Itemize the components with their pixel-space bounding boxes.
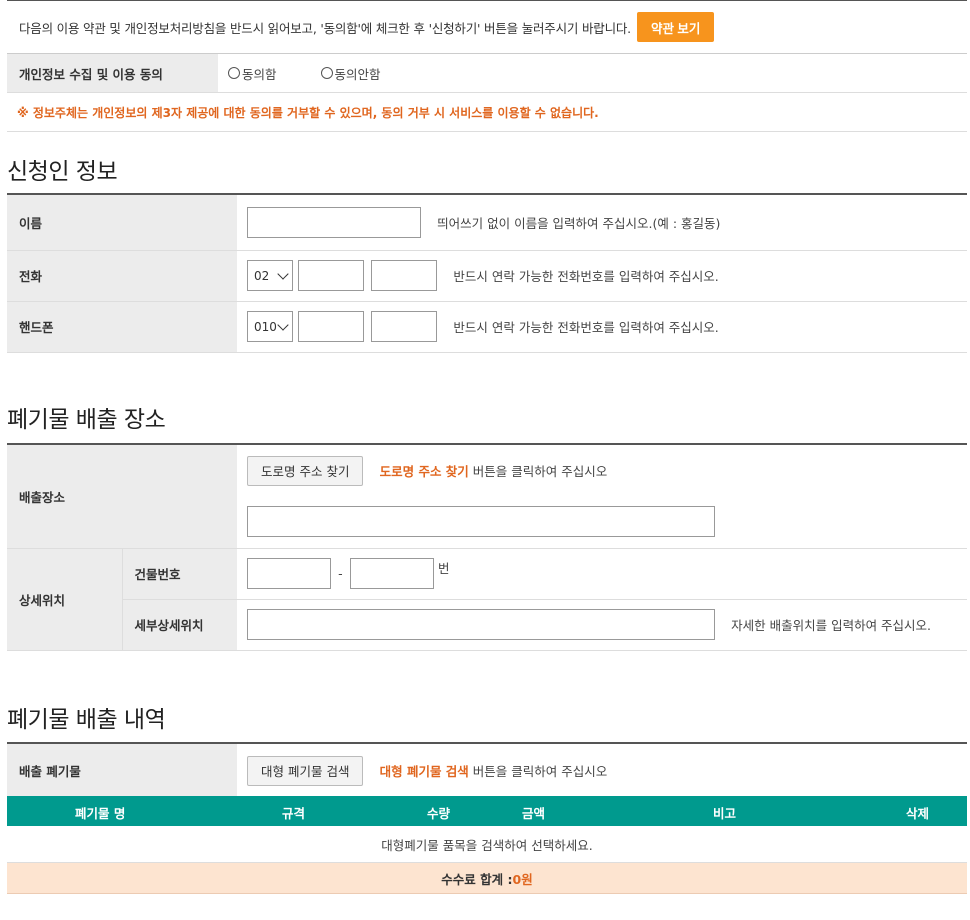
notice-box: 다음의 이용 약관 및 개인정보처리방침을 반드시 읽어보고, '동의함'에 체… bbox=[7, 0, 967, 54]
name-input[interactable] bbox=[247, 206, 421, 238]
waste-label: 배출 폐기물 bbox=[7, 743, 237, 797]
mobile-hint: 반드시 연락 가능한 전화번호를 입력하여 주십시오. bbox=[453, 320, 719, 335]
col-note: 비고 bbox=[713, 806, 737, 821]
col-spec: 규격 bbox=[282, 806, 306, 821]
road-address-hint-em: 도로명 주소 찾기 bbox=[379, 464, 469, 479]
road-address-button[interactable]: 도로명 주소 찾기 bbox=[247, 455, 364, 486]
mobile-prefix-select[interactable]: 010 bbox=[247, 311, 293, 342]
road-address-hint: 도로명 주소 찾기 버튼을 클릭하여 주십시오 bbox=[380, 464, 608, 479]
waste-search-hint-rest: 버튼을 클릭하여 주십시오 bbox=[468, 764, 608, 779]
phone-middle-input[interactable] bbox=[298, 260, 365, 291]
view-terms-button[interactable]: 약관 보기 bbox=[636, 12, 715, 42]
chevron-down-icon bbox=[277, 268, 289, 280]
notice-text: 다음의 이용 약관 및 개인정보처리방침을 반드시 읽어보고, '동의함'에 체… bbox=[19, 20, 631, 36]
subdetail-hint: 자세한 배출위치를 입력하여 주십시오. bbox=[731, 618, 932, 633]
phone-prefix-value: 02 bbox=[254, 268, 270, 283]
fee-total-row: 수수료 합계 : 0원 bbox=[7, 863, 967, 894]
building-beon: 번 bbox=[437, 561, 450, 576]
waste-search-hint: 대형 폐기물 검색 버튼을 클릭하여 주십시오 bbox=[380, 764, 608, 779]
history-table: 배출 폐기물 대형 폐기물 검색 대형 폐기물 검색 버튼을 클릭하여 주십시오 bbox=[7, 742, 967, 797]
building-label: 건물번호 bbox=[122, 548, 237, 600]
name-hint: 띄어쓰기 없이 이름을 입력하여 주십시오.(예 : 홍길동) bbox=[437, 215, 721, 231]
applicant-title: 신청인 정보 bbox=[7, 159, 118, 185]
mobile-last-input[interactable] bbox=[371, 311, 438, 342]
waste-search-button[interactable]: 대형 폐기물 검색 bbox=[247, 755, 364, 786]
phone-hint: 반드시 연락 가능한 전화번호를 입력하여 주십시오. bbox=[453, 269, 719, 284]
place-label: 배출장소 bbox=[7, 444, 237, 549]
fee-total-value: 0원 bbox=[512, 871, 533, 887]
radio-icon[interactable] bbox=[320, 67, 333, 79]
location-table: 배출장소 도로명 주소 찾기 도로명 주소 찾기 버튼을 클릭하여 주십시오 상… bbox=[7, 443, 967, 651]
history-title: 폐기물 배출 내역 bbox=[7, 707, 166, 733]
detail-label: 상세위치 bbox=[7, 548, 123, 651]
waste-search-hint-em: 대형 폐기물 검색 bbox=[379, 764, 469, 779]
building-dash: - bbox=[338, 566, 343, 581]
mobile-label: 핸드폰 bbox=[7, 301, 237, 353]
disagree-radio[interactable]: 동의안함 bbox=[320, 64, 381, 83]
consent-row: 개인정보 수집 및 이용 동의 동의함 동의안함 bbox=[7, 54, 967, 93]
mobile-prefix-value: 010 bbox=[254, 319, 277, 334]
road-address-hint-rest: 버튼을 클릭하여 주십시오 bbox=[468, 464, 608, 479]
col-qty: 수량 bbox=[427, 806, 451, 821]
mobile-middle-input[interactable] bbox=[298, 311, 365, 342]
waste-list-empty: 대형폐기물 품목을 검색하여 선택하세요. bbox=[7, 826, 967, 863]
address-input[interactable] bbox=[247, 506, 715, 538]
fee-total-label: 수수료 합계 : bbox=[441, 871, 513, 887]
agree-label: 동의함 bbox=[242, 66, 277, 82]
consent-label: 개인정보 수집 및 이용 동의 bbox=[7, 54, 218, 92]
building-sub-input[interactable] bbox=[349, 558, 434, 589]
waste-list-header: 폐기물 명 규격 수량 금액 비고 삭제 bbox=[7, 796, 967, 826]
building-main-input[interactable] bbox=[247, 558, 331, 589]
name-label: 이름 bbox=[7, 194, 237, 251]
chevron-down-icon bbox=[277, 319, 289, 331]
phone-prefix-select[interactable]: 02 bbox=[247, 260, 293, 291]
disagree-label: 동의안함 bbox=[334, 66, 381, 82]
phone-last-input[interactable] bbox=[371, 260, 438, 291]
consent-warning: ※ 정보주체는 개인정보의 제3자 제공에 대한 동의를 거부할 수 있으며, … bbox=[7, 93, 967, 132]
subdetail-input[interactable] bbox=[247, 609, 715, 640]
col-amount: 금액 bbox=[522, 806, 546, 821]
agree-radio[interactable]: 동의함 bbox=[228, 64, 277, 83]
location-title: 폐기물 배출 장소 bbox=[7, 407, 166, 433]
radio-icon[interactable] bbox=[228, 67, 240, 79]
col-waste-name: 폐기물 명 bbox=[75, 806, 126, 821]
applicant-table: 이름 띄어쓰기 없이 이름을 입력하여 주십시오.(예 : 홍길동) 전화 02… bbox=[7, 193, 967, 353]
phone-label: 전화 bbox=[7, 250, 237, 302]
subdetail-label: 세부상세위치 bbox=[122, 599, 237, 651]
col-delete: 삭제 bbox=[906, 806, 930, 821]
